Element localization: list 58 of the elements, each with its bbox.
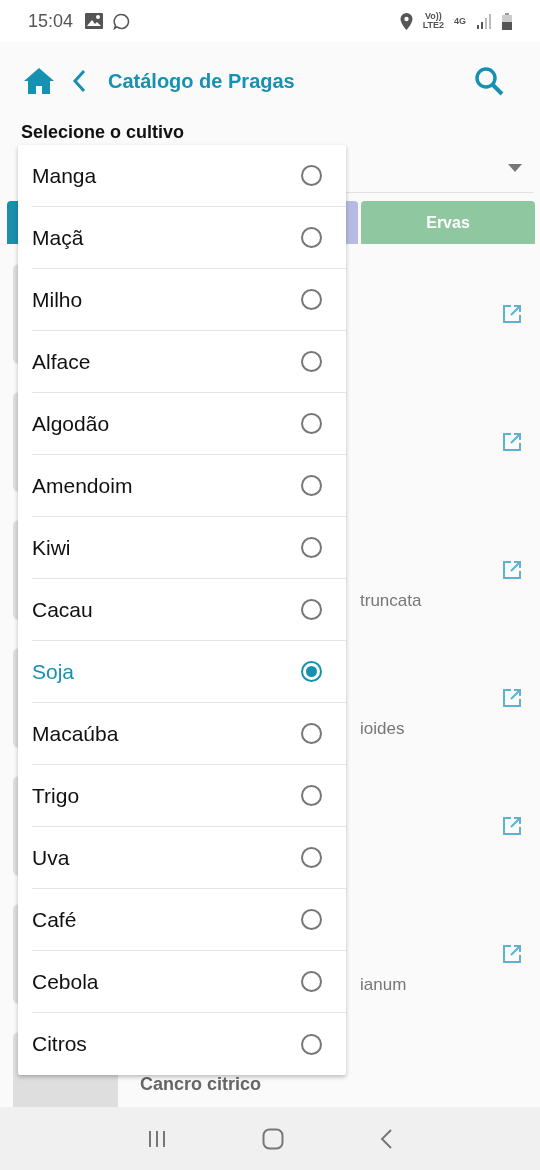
crop-option[interactable]: Milho: [32, 269, 346, 331]
home-button-icon[interactable]: [262, 1127, 284, 1150]
radio-button[interactable]: [301, 723, 322, 744]
crop-option[interactable]: Café: [32, 889, 346, 951]
location-icon: [399, 12, 413, 30]
crop-option[interactable]: Trigo: [32, 765, 346, 827]
radio-button[interactable]: [301, 785, 322, 806]
lte-label: LTE2: [422, 21, 444, 30]
volte-label: Vo)): [424, 12, 442, 21]
search-icon[interactable]: [474, 66, 504, 96]
radio-button[interactable]: [301, 351, 322, 372]
crop-option[interactable]: Uva: [32, 827, 346, 889]
radio-button[interactable]: [301, 289, 322, 310]
radio-button[interactable]: [301, 909, 322, 930]
radio-button[interactable]: [301, 847, 322, 868]
crop-option[interactable]: Cebola: [32, 951, 346, 1013]
radio-button[interactable]: [301, 475, 322, 496]
radio-button[interactable]: [301, 537, 322, 558]
back-icon[interactable]: [72, 69, 86, 93]
radio-button[interactable]: [301, 661, 322, 682]
external-link-icon[interactable]: [502, 560, 522, 580]
crop-option[interactable]: Citros: [32, 1013, 346, 1075]
home-icon[interactable]: [24, 68, 54, 94]
image-icon: [85, 13, 104, 29]
radio-button[interactable]: [301, 413, 322, 434]
status-time: 15:04: [28, 10, 74, 32]
radio-button[interactable]: [301, 971, 322, 992]
chat-bubble-icon: [113, 12, 131, 30]
external-link-icon[interactable]: [502, 944, 522, 964]
external-link-icon[interactable]: [502, 432, 522, 452]
network-label: 4G: [454, 16, 466, 26]
radio-button[interactable]: [301, 165, 322, 186]
radio-button[interactable]: [301, 1033, 322, 1055]
pest-scientific-name: ianum: [360, 975, 407, 995]
recent-apps-icon[interactable]: [147, 1128, 168, 1149]
pest-scientific-name: truncata: [360, 591, 422, 611]
crop-option[interactable]: Kiwi: [32, 517, 346, 579]
crop-option[interactable]: Manga: [32, 145, 346, 207]
crop-option[interactable]: Soja: [32, 641, 346, 703]
radio-button[interactable]: [301, 599, 322, 620]
crop-option[interactable]: Maçã: [32, 207, 346, 269]
battery-icon: [502, 12, 512, 30]
dropdown-caret-icon: [508, 163, 522, 172]
crop-option[interactable]: Cacau: [32, 579, 346, 641]
crop-option[interactable]: Alface: [32, 331, 346, 393]
radio-button[interactable]: [301, 227, 322, 248]
crop-option[interactable]: Algodão: [32, 393, 346, 455]
page-title: Catálogo de Pragas: [108, 69, 296, 93]
crop-option[interactable]: Amendoim: [32, 455, 346, 517]
external-link-icon[interactable]: [502, 816, 522, 836]
pest-scientific-name: ioides: [360, 719, 405, 739]
crop-option[interactable]: Macaúba: [32, 703, 346, 765]
crop-label: Selecione o cultivo: [21, 122, 186, 143]
signal-icon: [476, 13, 492, 29]
external-link-icon[interactable]: [502, 304, 522, 324]
pest-name: Cancro citrico: [140, 1074, 262, 1095]
external-link-icon[interactable]: [502, 688, 522, 708]
back-nav-icon[interactable]: [378, 1127, 393, 1150]
